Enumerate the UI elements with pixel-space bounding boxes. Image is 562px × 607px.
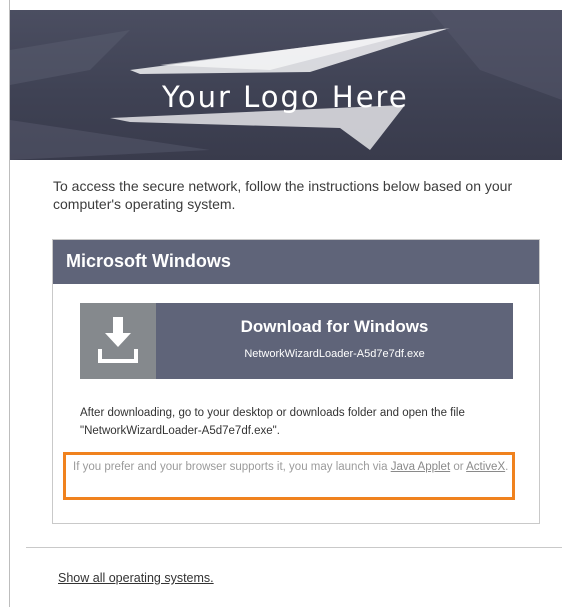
alternative-launch-text: If you prefer and your browser supports …	[73, 458, 509, 476]
logo-banner: Your Logo Here	[10, 10, 562, 160]
alternative-launch-highlight: If you prefer and your browser supports …	[63, 452, 515, 500]
alt-launch-prefix: If you prefer and your browser supports …	[73, 461, 391, 473]
download-instructions: After downloading, go to your desktop or…	[80, 407, 465, 437]
download-icon	[80, 303, 156, 379]
os-panel-windows: Microsoft Windows Download for Windows N…	[52, 239, 540, 524]
panel-header: Microsoft Windows	[53, 240, 539, 284]
intro-text: To access the secure network, follow the…	[53, 178, 513, 212]
download-filename: NetworkWizardLoader-A5d7e7df.exe	[244, 348, 425, 360]
download-button-label: Download for Windows	[240, 317, 429, 336]
section-divider	[26, 547, 562, 548]
panel-title: Microsoft Windows	[66, 251, 231, 271]
alt-launch-middle: or	[450, 461, 467, 473]
show-all-os-link[interactable]: Show all operating systems.	[58, 571, 214, 585]
logo-text: Your Logo Here	[162, 80, 409, 114]
java-applet-link[interactable]: Java Applet	[391, 461, 450, 473]
activex-link[interactable]: ActiveX	[466, 461, 505, 473]
alt-launch-suffix: .	[505, 461, 509, 473]
download-windows-button[interactable]: Download for Windows NetworkWizardLoader…	[80, 303, 513, 379]
